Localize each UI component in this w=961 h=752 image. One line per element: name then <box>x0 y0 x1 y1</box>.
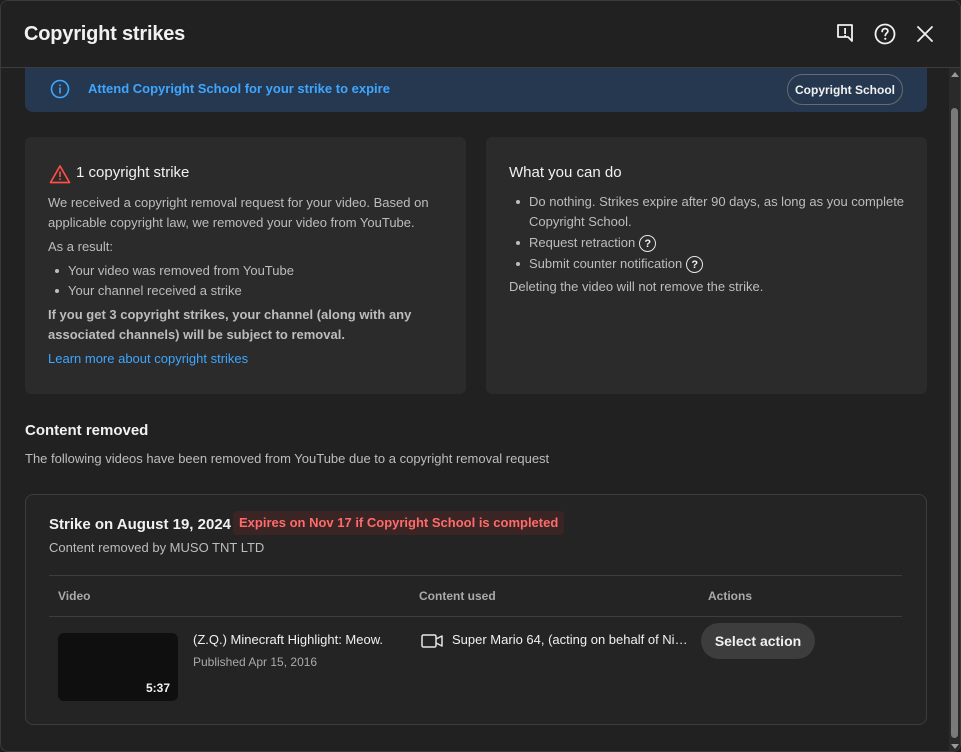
strike-summary-card: 1 copyright strike We received a copyrig… <box>25 137 466 394</box>
help-icon[interactable]: ? <box>639 235 657 253</box>
scroll-up-arrow-icon[interactable] <box>951 72 959 77</box>
content-removed-description: The following videos have been removed f… <box>25 451 550 466</box>
help-icon[interactable]: ? <box>686 256 704 274</box>
strike-date-title: Strike on August 19, 2024 <box>49 516 232 533</box>
column-header-actions: Actions <box>708 589 753 603</box>
close-icon[interactable] <box>912 21 938 47</box>
strike-warning: If you get 3 copyright strikes, your cha… <box>48 307 412 342</box>
result-item: Your channel received a strike <box>55 281 242 301</box>
help-icon[interactable] <box>872 21 898 47</box>
strike-detail-card: Strike on August 19, 2024 Expires on Nov… <box>25 494 927 725</box>
dialog-content: Attend Copyright School for your strike … <box>1 68 951 751</box>
expires-badge: Expires on Nov 17 if Copyright School is… <box>233 511 565 535</box>
video-thumbnail[interactable]: 5:37 <box>58 633 178 701</box>
info-icon <box>50 79 70 99</box>
scroll-thumb[interactable] <box>951 108 958 738</box>
select-action-button[interactable]: Select action <box>701 623 815 659</box>
option-label: Submit counter notification <box>529 256 683 271</box>
scrollbar[interactable] <box>949 68 960 751</box>
options-card: What you can do Do nothing. Strikes expi… <box>486 137 927 394</box>
column-header-video: Video <box>58 589 91 603</box>
video-camera-icon <box>421 633 443 649</box>
strike-description: We received a copyright removal request … <box>48 195 429 230</box>
content-removed-title: Content removed <box>25 422 149 439</box>
option-label: Request retraction <box>529 235 636 250</box>
warning-icon <box>49 164 71 184</box>
video-duration: 5:37 <box>145 681 170 695</box>
dialog-title: Copyright strikes <box>24 23 186 45</box>
dialog-header: Copyright strikes <box>1 1 960 68</box>
result-label: As a result: <box>48 239 114 254</box>
option-item-retraction: Request retraction? <box>515 233 657 253</box>
option-item: Do nothing. Strikes expire after 90 days… <box>516 192 909 232</box>
copyright-strikes-dialog: Copyright strikes Attend Copyright Schoo… <box>0 0 961 752</box>
content-used: Super Mario 64, (acting on behalf of Nin… <box>452 632 688 647</box>
options-note: Deleting the video will not remove the s… <box>509 279 764 294</box>
option-item-counter: Submit counter notification? <box>515 254 704 274</box>
banner-text: Attend Copyright School for your strike … <box>88 81 390 96</box>
result-item: Your video was removed from YouTube <box>55 261 294 281</box>
scroll-down-arrow-icon[interactable] <box>951 744 959 749</box>
options-title: What you can do <box>509 164 622 181</box>
learn-more-link[interactable]: Learn more about copyright strikes <box>48 351 248 366</box>
strike-count-title: 1 copyright strike <box>76 164 190 181</box>
feedback-icon[interactable] <box>832 21 858 47</box>
table-header: Video Content used Actions <box>49 575 902 617</box>
video-published-date: Published Apr 15, 2016 <box>193 655 318 669</box>
column-header-content-used: Content used <box>419 589 496 603</box>
copyright-school-button[interactable]: Copyright School <box>787 74 903 105</box>
video-title[interactable]: (Z.Q.) Minecraft Highlight: Meow. <box>193 632 383 647</box>
copyright-school-banner: Attend Copyright School for your strike … <box>25 68 927 112</box>
removed-by: Content removed by MUSO TNT LTD <box>49 540 265 555</box>
